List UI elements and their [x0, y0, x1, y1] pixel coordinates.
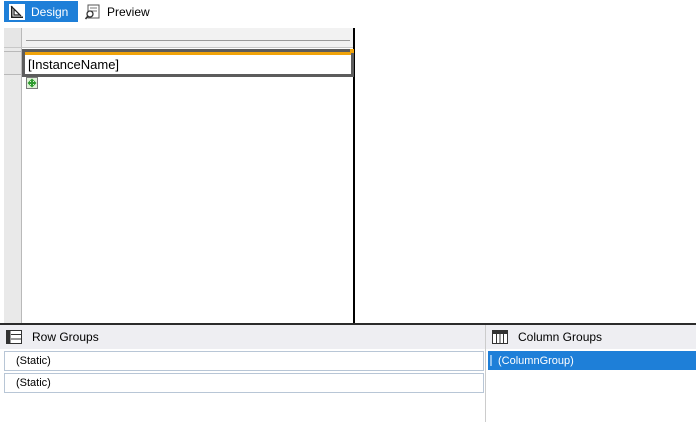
design-icon	[8, 3, 26, 21]
column-groups-title: Column Groups	[518, 330, 603, 344]
tablix-corner-handle[interactable]	[4, 28, 22, 48]
tablix-cell-instance-name[interactable]: [InstanceName]	[22, 49, 354, 77]
row-groups-title: Row Groups	[32, 330, 99, 344]
move-handle-icon[interactable]	[26, 77, 38, 89]
row-group-label: (Static)	[16, 377, 51, 389]
row-handle[interactable]	[4, 51, 22, 75]
tab-preview[interactable]: Preview	[82, 1, 162, 22]
selection-outline	[25, 52, 351, 55]
column-groups-icon	[492, 330, 508, 344]
row-group-label: (Static)	[16, 355, 51, 367]
resize-handle[interactable]	[350, 49, 354, 53]
tab-design-label: Design	[31, 4, 69, 19]
tab-design[interactable]: Design	[4, 1, 78, 22]
preview-icon	[84, 3, 102, 21]
row-group-item[interactable]: (Static)	[4, 373, 484, 393]
tab-preview-label: Preview	[107, 4, 150, 19]
row-groups-header: Row Groups	[0, 325, 486, 349]
column-handle-bar[interactable]	[4, 28, 354, 48]
row-groups-list: (Static) (Static)	[0, 349, 486, 422]
column-handle-line	[26, 40, 350, 41]
column-groups-header: Column Groups	[486, 325, 696, 349]
view-toolbar: Design Preview	[0, 0, 696, 24]
row-group-item[interactable]: (Static)	[4, 351, 484, 371]
group-marker-icon	[490, 355, 492, 366]
row-groups-icon	[6, 330, 22, 344]
cell-text: [InstanceName]	[28, 57, 120, 72]
column-group-item[interactable]: (ColumnGroup)	[488, 351, 696, 370]
column-group-label: (ColumnGroup)	[498, 354, 574, 367]
column-groups-list: (ColumnGroup)	[486, 349, 696, 422]
